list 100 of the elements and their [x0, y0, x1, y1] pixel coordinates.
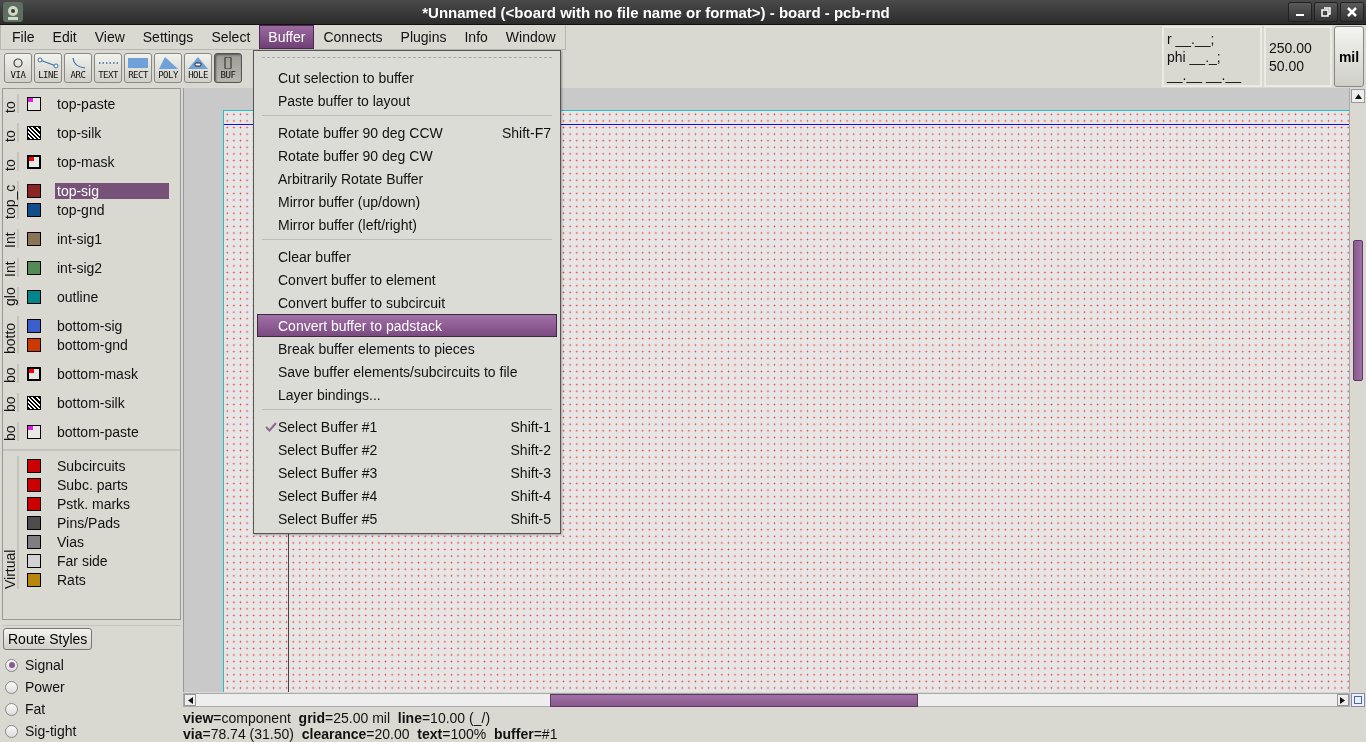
- tool-button[interactable]: VIA: [4, 53, 32, 83]
- scroll-left-button[interactable]: [184, 694, 196, 706]
- layer-group-label[interactable]: to: [3, 152, 17, 171]
- layer-group-label[interactable]: Virtual: [3, 456, 17, 589]
- layer-swatch[interactable]: [27, 289, 41, 304]
- layer-swatch[interactable]: [27, 458, 41, 473]
- layer-swatch[interactable]: [27, 125, 41, 140]
- menu-item[interactable]: View: [85, 25, 134, 49]
- unit-button[interactable]: mil: [1334, 26, 1364, 87]
- menu-item[interactable]: Save buffer elements/subcircuits to file: [257, 360, 557, 383]
- minimize-button[interactable]: [1288, 2, 1312, 22]
- layer-swatch[interactable]: [27, 154, 41, 169]
- layer-group-label[interactable]: Int: [3, 229, 17, 248]
- layer-group-label[interactable]: glo: [3, 287, 17, 306]
- layer-name[interactable]: bottom-gnd: [55, 336, 130, 353]
- layer-swatch[interactable]: [27, 395, 41, 410]
- layer-group-label[interactable]: botto: [3, 316, 17, 354]
- layer-swatch[interactable]: [27, 183, 41, 198]
- menu-item[interactable]: Arbitrarily Rotate Buffer: [257, 167, 557, 190]
- layer-name[interactable]: int-sig2: [55, 259, 105, 276]
- layer-swatch[interactable]: [27, 337, 41, 352]
- tool-button[interactable]: BUF: [214, 53, 242, 83]
- tool-button[interactable]: ARC: [64, 53, 92, 83]
- layer-group-label[interactable]: Int: [3, 258, 17, 277]
- layer-name[interactable]: top-mask: [55, 153, 117, 170]
- tool-button[interactable]: LINE: [34, 53, 62, 83]
- menu-item[interactable]: Cut selection to buffer: [257, 66, 557, 89]
- layer-name[interactable]: Rats: [55, 571, 88, 588]
- scroll-right-button[interactable]: [1337, 694, 1349, 706]
- layer-name[interactable]: top-paste: [55, 95, 118, 112]
- layer-swatch[interactable]: [27, 515, 41, 530]
- menu-item[interactable]: Select Buffer #5 Shift-5: [257, 507, 557, 530]
- menu-item[interactable]: Info: [455, 25, 497, 49]
- horizontal-scrollbar[interactable]: [183, 693, 1350, 707]
- layer-group-label[interactable]: bo: [3, 393, 17, 412]
- radio-button[interactable]: [5, 658, 18, 672]
- menu-item[interactable]: Select Buffer #3 Shift-3: [257, 461, 557, 484]
- maximize-button[interactable]: [1314, 2, 1338, 22]
- layer-swatch[interactable]: [27, 366, 41, 381]
- route-styles-button[interactable]: Route Styles: [3, 628, 93, 650]
- menu-item[interactable]: Convert buffer to padstack: [257, 314, 557, 337]
- layer-swatch[interactable]: [27, 318, 41, 333]
- layer-name[interactable]: bottom-silk: [55, 394, 127, 411]
- menu-item[interactable]: Rotate buffer 90 deg CW: [257, 144, 557, 167]
- menu-item[interactable]: Connects: [314, 25, 392, 49]
- layer-swatch[interactable]: [27, 534, 41, 549]
- layer-name[interactable]: top-silk: [55, 124, 104, 141]
- tool-button[interactable]: POLY: [154, 53, 182, 83]
- menu-item[interactable]: Window: [496, 25, 565, 49]
- menu-item[interactable]: Settings: [133, 25, 203, 49]
- menu-item[interactable]: Select Buffer #4 Shift-4: [257, 484, 557, 507]
- menu-item[interactable]: Paste buffer to layout: [257, 89, 557, 112]
- radio-label[interactable]: Power: [25, 679, 65, 695]
- menu-item[interactable]: Convert buffer to element: [257, 268, 557, 291]
- menu-item[interactable]: Layer bindings...: [257, 383, 557, 406]
- menu-item[interactable]: Select Buffer #1 Shift-1: [257, 415, 557, 438]
- menu-item[interactable]: Edit: [43, 25, 86, 49]
- close-button[interactable]: [1340, 2, 1364, 22]
- layer-group-label[interactable]: bo: [3, 364, 17, 383]
- layer-swatch[interactable]: [27, 96, 41, 111]
- menu-item[interactable]: Mirror buffer (left/right): [257, 213, 557, 236]
- layer-name[interactable]: bottom-sig: [55, 317, 125, 334]
- layer-swatch[interactable]: [27, 572, 41, 587]
- layer-name[interactable]: Subc. parts: [55, 476, 130, 493]
- layer-group-label[interactable]: top_c: [3, 181, 17, 219]
- layer-name[interactable]: bottom-mask: [55, 365, 140, 382]
- layer-group-label[interactable]: bo: [3, 422, 17, 441]
- layer-swatch[interactable]: [27, 231, 41, 246]
- tool-button[interactable]: HOLE: [184, 53, 212, 83]
- radio-label[interactable]: Signal: [25, 657, 64, 673]
- tool-button[interactable]: RECT: [124, 53, 152, 83]
- scroll-thumb[interactable]: [1353, 240, 1363, 381]
- layer-swatch[interactable]: [27, 477, 41, 492]
- menu-item[interactable]: Mirror buffer (up/down): [257, 190, 557, 213]
- layer-name[interactable]: Pins/Pads: [55, 514, 123, 531]
- menu-item[interactable]: Convert buffer to subcircuit: [257, 291, 557, 314]
- scroll-thumb[interactable]: [550, 693, 919, 707]
- tool-button[interactable]: TEXT: [94, 53, 122, 83]
- layer-name[interactable]: Pstk. marks: [55, 495, 133, 512]
- radio-label[interactable]: Sig-tight: [25, 723, 77, 739]
- menu-item[interactable]: File: [3, 25, 44, 49]
- layer-name[interactable]: Vias: [55, 533, 86, 550]
- radio-button[interactable]: [5, 680, 18, 694]
- radio-button[interactable]: [5, 724, 18, 738]
- radio-label[interactable]: Fat: [25, 701, 46, 717]
- layer-name[interactable]: Subcircuits: [55, 457, 128, 474]
- menu-item[interactable]: Plugins: [391, 25, 456, 49]
- layer-swatch[interactable]: [27, 202, 41, 217]
- menu-item[interactable]: Buffer: [259, 25, 315, 49]
- layer-group-label[interactable]: to: [3, 123, 17, 142]
- menu-item[interactable]: Rotate buffer 90 deg CCW Shift-F7: [257, 121, 557, 144]
- layer-group-label[interactable]: to: [3, 94, 17, 113]
- scroll-up-button[interactable]: [1351, 89, 1365, 103]
- menu-item[interactable]: Select: [202, 25, 260, 49]
- layer-name[interactable]: top-gnd: [55, 201, 107, 218]
- layer-name[interactable]: outline: [55, 288, 101, 305]
- layer-swatch[interactable]: [27, 260, 41, 275]
- radio-button[interactable]: [5, 702, 18, 716]
- layer-name[interactable]: top-sig: [55, 182, 169, 199]
- layer-swatch[interactable]: [27, 424, 41, 439]
